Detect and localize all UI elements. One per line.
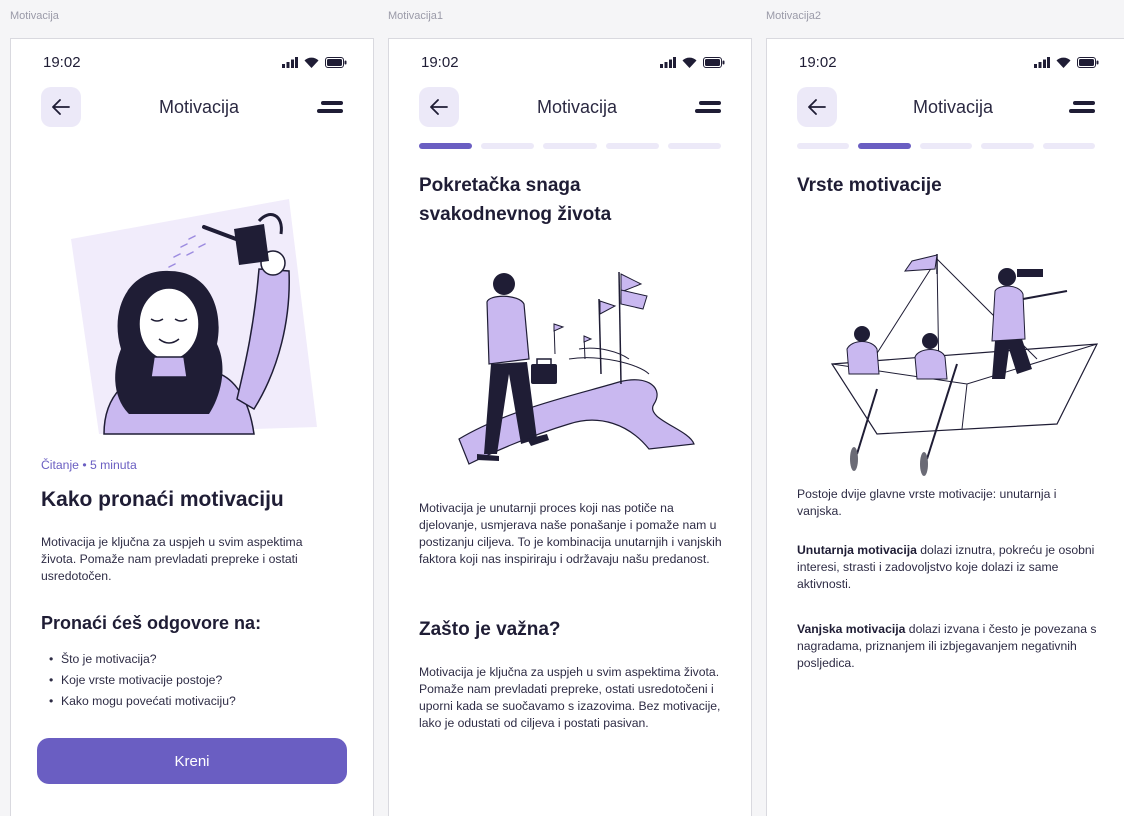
title-line: svakodnevnog života (419, 204, 612, 225)
progress-segment (481, 143, 535, 149)
list-item: Što je motivacija? (49, 649, 236, 670)
phone-frame-intro: 19:02 Motivacija Čitanje • 5 minuta Kako… (10, 38, 374, 816)
menu-button[interactable] (1069, 97, 1095, 117)
wifi-icon (304, 57, 319, 68)
menu-icon (699, 101, 721, 105)
paragraph-intrinsic: Unutarnja motivacija dolazi iznutra, pok… (797, 542, 1097, 593)
app-header: Motivacija (41, 87, 343, 127)
intro-text: Motivacija je ključna za uspjeh u svim a… (41, 535, 303, 583)
header-title: Motivacija (158, 96, 240, 117)
menu-icon (321, 101, 343, 105)
start-button[interactable]: Kreni (37, 738, 347, 784)
frame-label: Motivacija1 (388, 10, 444, 22)
app-header: Motivacija (419, 87, 721, 127)
status-icons (1034, 56, 1099, 68)
frame-label: Motivacija (10, 10, 59, 22)
battery-icon (1077, 56, 1099, 68)
app-header: Motivacija (797, 87, 1095, 127)
signal-icon (1034, 56, 1050, 68)
list-item: Koje vrste motivacije postoje? (49, 670, 236, 691)
signal-icon (660, 56, 676, 68)
back-button[interactable] (419, 87, 459, 127)
extrinsic-term: Vanjska motivacija (797, 622, 906, 636)
section-heading: Zašto je važna? (419, 619, 561, 640)
answers-heading: Pronaći ćeš odgovore na: (41, 613, 262, 633)
intrinsic-term: Unutarnja motivacija (797, 543, 917, 557)
wifi-icon (682, 57, 697, 68)
progress-segment (797, 143, 850, 149)
status-bar: 19:02 (421, 52, 725, 72)
header-title: Motivacija (912, 96, 994, 117)
paragraph-importance: Motivacija je ključna za uspjeh u svim a… (419, 665, 721, 730)
status-bar: 19:02 (799, 52, 1099, 72)
progress-segment (543, 143, 597, 149)
status-icons (282, 56, 347, 68)
phone-frame-page1: 19:02 Motivacija Pokretačka snaga svakod… (388, 38, 752, 816)
page-title: Pokretačka snaga svakodnevnog života (419, 171, 611, 229)
menu-button[interactable] (695, 97, 721, 117)
page-title: Vrste motivacije (797, 175, 942, 196)
back-button[interactable] (797, 87, 837, 127)
back-arrow-icon (430, 99, 448, 115)
menu-icon-bar (317, 109, 343, 113)
watering-illustration (71, 199, 317, 435)
page-title: Kako pronaći motivaciju (41, 488, 284, 511)
status-icons (660, 56, 725, 68)
status-time: 19:02 (799, 53, 837, 71)
menu-icon-bar (1069, 109, 1095, 113)
goals-illustration (458, 271, 695, 465)
answers-list: Što je motivacija? Koje vrste motivacije… (37, 649, 236, 712)
menu-button[interactable] (317, 97, 343, 117)
back-button[interactable] (41, 87, 81, 127)
battery-icon (325, 56, 347, 68)
menu-icon-bar (695, 109, 721, 113)
battery-icon (703, 56, 725, 68)
status-time: 19:02 (43, 53, 81, 71)
progress-indicator (797, 143, 1096, 149)
signal-icon (282, 56, 298, 68)
progress-segment (605, 143, 659, 149)
paragraph-intro: Postoje dvije glavne vrste motivacije: u… (797, 487, 1057, 518)
progress-segment (1042, 143, 1096, 149)
progress-indicator (419, 143, 722, 149)
list-item: Kako mogu povećati motivaciju? (49, 691, 236, 712)
header-title: Motivacija (536, 96, 618, 117)
boat-illustration (830, 254, 1099, 476)
progress-segment (981, 143, 1034, 149)
back-arrow-icon (808, 99, 826, 115)
wifi-icon (1056, 57, 1071, 68)
paragraph-extrinsic: Vanjska motivacija dolazi izvana i često… (797, 621, 1097, 672)
back-arrow-icon (52, 99, 70, 115)
paragraph-intro: Motivacija je unutarnji proces koji nas … (419, 501, 722, 566)
phone-frame-page2: 19:02 Motivacija Vrste motivacije Postoj… (766, 38, 1124, 816)
progress-segment (419, 143, 473, 149)
progress-segment (858, 143, 911, 149)
status-time: 19:02 (421, 53, 459, 71)
progress-segment (919, 143, 973, 149)
title-line: Pokretačka snaga (419, 175, 581, 196)
menu-icon (1073, 101, 1095, 105)
frame-label: Motivacija2 (766, 10, 822, 22)
progress-segment (667, 143, 722, 149)
reading-meta: Čitanje • 5 minuta (41, 458, 137, 472)
status-bar: 19:02 (43, 52, 347, 72)
